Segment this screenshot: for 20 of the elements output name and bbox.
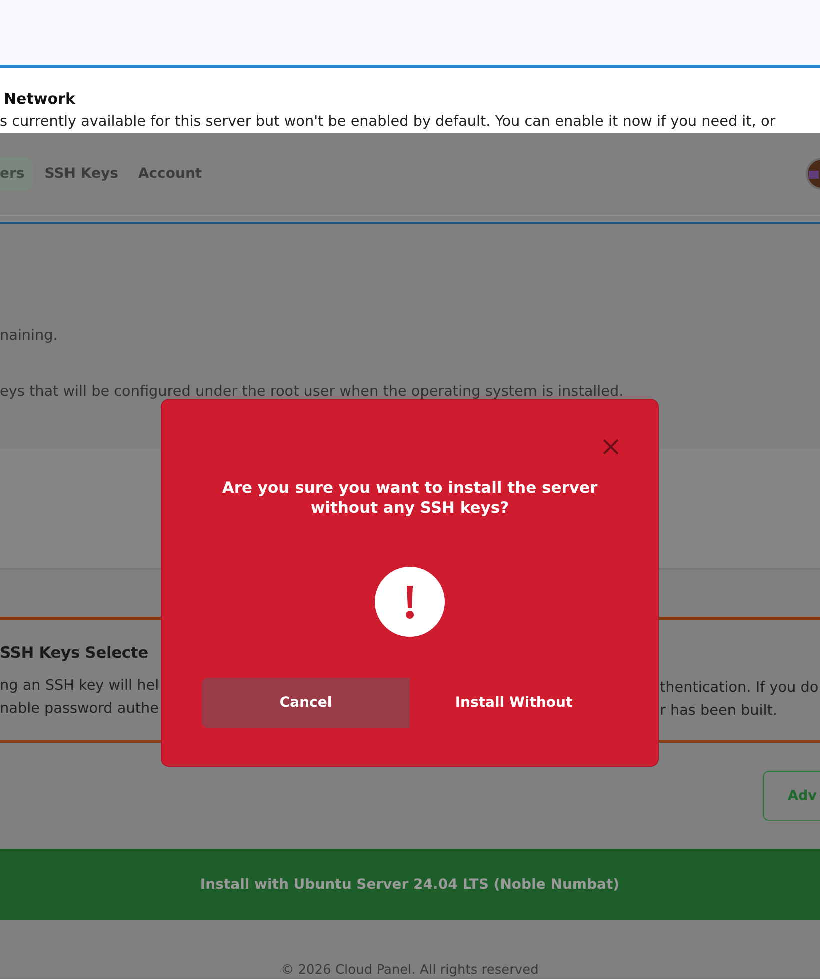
dialog-title: Are you sure you want to install the server without any SSH keys? bbox=[221, 478, 599, 518]
warning-text: thentication. If you do bbox=[660, 679, 820, 698]
section-description: s currently available for this server but won't be enabled by default. You can enable it now if you need it, or bbox=[0, 113, 777, 131]
confirm-button[interactable]: Install Without bbox=[410, 678, 618, 728]
section-heading: Network bbox=[4, 89, 76, 109]
nav-tab[interactable]: SSH Keys bbox=[36, 157, 126, 191]
warning-text: r has been built. bbox=[660, 702, 779, 721]
warning-text: ng an SSH key will hel bbox=[0, 677, 160, 696]
remaining-text: naining. bbox=[0, 327, 59, 346]
nav-tab[interactable]: ers bbox=[0, 157, 33, 191]
warning-title: SSH Keys Selecte bbox=[0, 643, 150, 663]
advanced-button[interactable]: Adv bbox=[763, 771, 820, 821]
ssh-keys-description: eys that will be configured under the root user when the operating system is installed. bbox=[0, 383, 625, 402]
install-button[interactable]: Install with Ubuntu Server 24.04 LTS (Noble Numbat) bbox=[0, 849, 820, 920]
cancel-button[interactable]: Cancel bbox=[202, 678, 410, 728]
close-icon[interactable] bbox=[602, 438, 620, 456]
warning-text: nable password authe bbox=[0, 700, 160, 719]
nav-tab[interactable]: Account bbox=[130, 157, 210, 191]
footer-text: © 2026 Cloud Panel. All rights reserved bbox=[280, 963, 540, 978]
warning-icon bbox=[375, 567, 445, 637]
